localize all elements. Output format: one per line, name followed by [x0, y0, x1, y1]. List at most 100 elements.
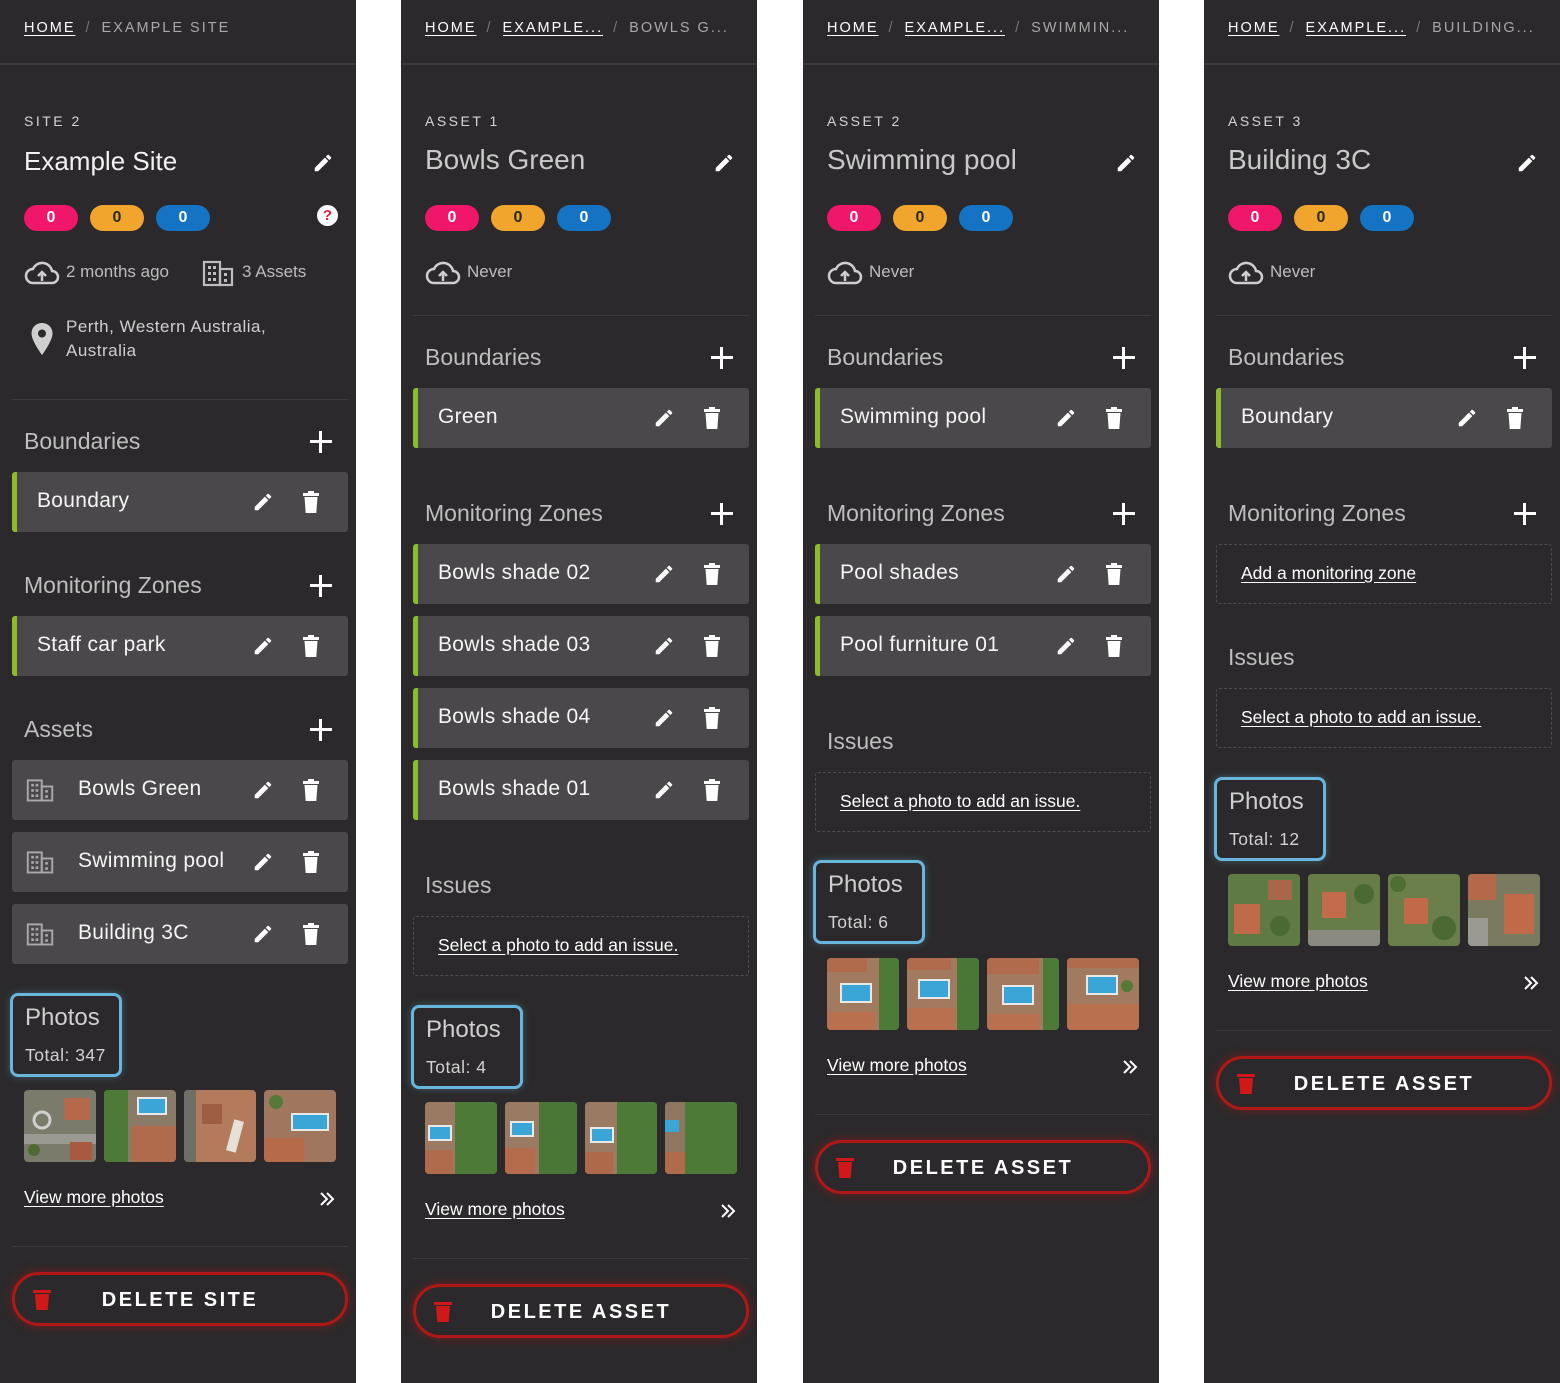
- breadcrumb-home-link[interactable]: Home: [425, 20, 477, 36]
- breadcrumb-home-link[interactable]: Home: [1228, 20, 1280, 36]
- photo-thumbnail[interactable]: [907, 958, 979, 1030]
- asset-item[interactable]: Swimming pool: [12, 832, 348, 892]
- zone-item[interactable]: Staff car park: [12, 616, 348, 676]
- delete-trash-icon[interactable]: [1106, 635, 1122, 657]
- photo-thumbnail[interactable]: [184, 1090, 256, 1162]
- count-badge-orange[interactable]: 0: [1294, 205, 1348, 231]
- edit-title-pencil-icon[interactable]: [1115, 152, 1137, 174]
- add-boundary-plus-icon[interactable]: [1113, 347, 1135, 369]
- edit-pencil-icon[interactable]: [1055, 407, 1077, 429]
- add-boundary-plus-icon[interactable]: [711, 347, 733, 369]
- zone-item[interactable]: Bowls shade 02: [413, 544, 749, 604]
- photos-summary[interactable]: Photos Total: 4: [411, 1005, 523, 1089]
- breadcrumb-home-link[interactable]: Home: [24, 20, 76, 36]
- add-issue-link[interactable]: Select a photo to add an issue.: [438, 935, 678, 956]
- edit-pencil-icon[interactable]: [1456, 407, 1478, 429]
- delete-trash-icon[interactable]: [704, 707, 720, 729]
- edit-pencil-icon[interactable]: [653, 563, 675, 585]
- delete-trash-icon[interactable]: [303, 491, 319, 513]
- add-issue-link[interactable]: Select a photo to add an issue.: [1241, 707, 1481, 728]
- count-badge-red[interactable]: 0: [1228, 205, 1282, 231]
- photo-thumbnail[interactable]: [665, 1102, 737, 1174]
- add-boundary-plus-icon[interactable]: [310, 431, 332, 453]
- breadcrumb-site-link[interactable]: Example...: [503, 20, 604, 36]
- delete-asset-button[interactable]: DELETE ASSET: [413, 1284, 749, 1338]
- edit-pencil-icon[interactable]: [252, 851, 274, 873]
- breadcrumb-site-link[interactable]: Example...: [1306, 20, 1407, 36]
- add-issue-link[interactable]: Select a photo to add an issue.: [840, 791, 1080, 812]
- count-badge-blue[interactable]: 0: [156, 205, 210, 231]
- boundary-item[interactable]: Swimming pool: [815, 388, 1151, 448]
- photo-thumbnail[interactable]: [264, 1090, 336, 1162]
- photo-thumbnail[interactable]: [987, 958, 1059, 1030]
- photo-thumbnail[interactable]: [585, 1102, 657, 1174]
- double-chevron-right-icon[interactable]: [719, 1202, 737, 1220]
- delete-asset-button[interactable]: DELETE ASSET: [815, 1140, 1151, 1194]
- breadcrumb-home-link[interactable]: Home: [827, 20, 879, 36]
- count-badge-blue[interactable]: 0: [959, 205, 1013, 231]
- count-badge-red[interactable]: 0: [827, 205, 881, 231]
- delete-site-button[interactable]: DELETE SITE: [12, 1272, 348, 1326]
- view-more-photos-link[interactable]: View more photos: [827, 1055, 967, 1076]
- delete-trash-icon[interactable]: [1106, 407, 1122, 429]
- count-badge-orange[interactable]: 0: [90, 205, 144, 231]
- edit-pencil-icon[interactable]: [252, 635, 274, 657]
- delete-trash-icon[interactable]: [303, 923, 319, 945]
- edit-pencil-icon[interactable]: [653, 707, 675, 729]
- edit-title-pencil-icon[interactable]: [1516, 152, 1538, 174]
- delete-asset-button[interactable]: DELETE ASSET: [1216, 1056, 1552, 1110]
- delete-trash-icon[interactable]: [1507, 407, 1523, 429]
- asset-item[interactable]: Bowls Green: [12, 760, 348, 820]
- zone-item[interactable]: Bowls shade 03: [413, 616, 749, 676]
- photo-thumbnail[interactable]: [1468, 874, 1540, 946]
- photo-thumbnail[interactable]: [1067, 958, 1139, 1030]
- edit-title-pencil-icon[interactable]: [312, 152, 334, 174]
- breadcrumb-site-link[interactable]: Example...: [905, 20, 1006, 36]
- add-zone-plus-icon[interactable]: [310, 575, 332, 597]
- edit-title-pencil-icon[interactable]: [713, 152, 735, 174]
- edit-pencil-icon[interactable]: [1055, 635, 1077, 657]
- edit-pencil-icon[interactable]: [653, 635, 675, 657]
- view-more-photos-link[interactable]: View more photos: [1228, 971, 1368, 992]
- delete-trash-icon[interactable]: [303, 851, 319, 873]
- count-badge-blue[interactable]: 0: [557, 205, 611, 231]
- double-chevron-right-icon[interactable]: [1121, 1058, 1139, 1076]
- photo-thumbnail[interactable]: [104, 1090, 176, 1162]
- edit-pencil-icon[interactable]: [252, 923, 274, 945]
- add-monitoring-zone-link[interactable]: Add a monitoring zone: [1241, 563, 1416, 584]
- edit-pencil-icon[interactable]: [252, 491, 274, 513]
- delete-trash-icon[interactable]: [704, 563, 720, 585]
- asset-item[interactable]: Building 3C: [12, 904, 348, 964]
- delete-trash-icon[interactable]: [303, 779, 319, 801]
- delete-trash-icon[interactable]: [1106, 563, 1122, 585]
- double-chevron-right-icon[interactable]: [318, 1190, 336, 1208]
- photo-thumbnail[interactable]: [1388, 874, 1460, 946]
- view-more-photos-link[interactable]: View more photos: [425, 1199, 565, 1220]
- photos-summary[interactable]: Photos Total: 347: [10, 993, 122, 1077]
- photo-thumbnail[interactable]: [1228, 874, 1300, 946]
- delete-trash-icon[interactable]: [704, 635, 720, 657]
- delete-trash-icon[interactable]: [704, 779, 720, 801]
- count-badge-red[interactable]: 0: [425, 205, 479, 231]
- add-zone-plus-icon[interactable]: [1514, 503, 1536, 525]
- count-badge-blue[interactable]: 0: [1360, 205, 1414, 231]
- zone-item[interactable]: Bowls shade 01: [413, 760, 749, 820]
- count-badge-orange[interactable]: 0: [491, 205, 545, 231]
- photo-thumbnail[interactable]: [827, 958, 899, 1030]
- zone-item[interactable]: Pool furniture 01: [815, 616, 1151, 676]
- zone-item[interactable]: Bowls shade 04: [413, 688, 749, 748]
- photos-summary[interactable]: Photos Total: 12: [1214, 777, 1326, 861]
- add-boundary-plus-icon[interactable]: [1514, 347, 1536, 369]
- count-badge-red[interactable]: 0: [24, 205, 78, 231]
- count-badge-orange[interactable]: 0: [893, 205, 947, 231]
- add-asset-plus-icon[interactable]: [310, 719, 332, 741]
- photo-thumbnail[interactable]: [24, 1090, 96, 1162]
- zone-item[interactable]: Pool shades: [815, 544, 1151, 604]
- edit-pencil-icon[interactable]: [252, 779, 274, 801]
- boundary-item[interactable]: Green: [413, 388, 749, 448]
- photo-thumbnail[interactable]: [505, 1102, 577, 1174]
- boundary-item[interactable]: Boundary: [12, 472, 348, 532]
- photos-summary[interactable]: Photos Total: 6: [813, 860, 925, 944]
- edit-pencil-icon[interactable]: [653, 407, 675, 429]
- add-zone-plus-icon[interactable]: [711, 503, 733, 525]
